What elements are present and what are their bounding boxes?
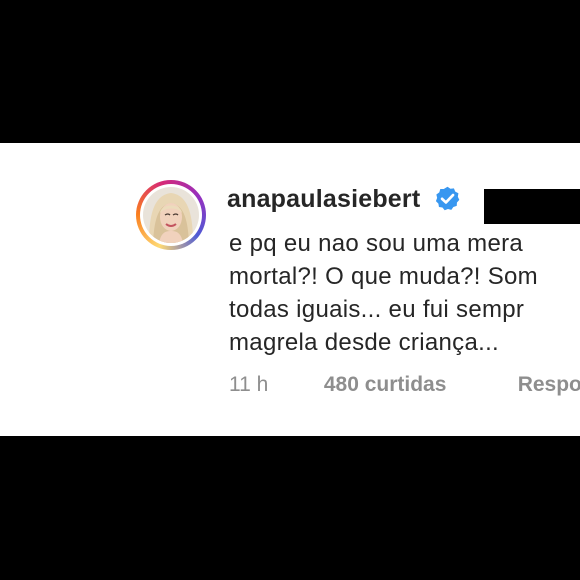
avatar-ring-gap [140,184,202,246]
avatar-portrait-icon [143,187,199,243]
avatar[interactable] [143,187,199,243]
comment-meta: 11 h 480 curtidas Respor [229,373,580,397]
verified-badge-icon [435,186,460,210]
likes-count[interactable]: 480 curtidas [324,373,512,397]
comment-card: anapaulasiebert e pq eu nao sou uma mera… [0,143,580,436]
username-link[interactable]: anapaulasiebert [227,185,420,213]
avatar-story-ring[interactable] [136,180,206,250]
comment-header: anapaulasiebert [227,185,461,223]
comment-text: e pq eu nao sou uma mera mortal?! O que … [229,230,538,356]
reply-button[interactable]: Respor [518,373,580,397]
redaction-box [484,189,580,224]
comment-timestamp[interactable]: 11 h [229,373,318,397]
